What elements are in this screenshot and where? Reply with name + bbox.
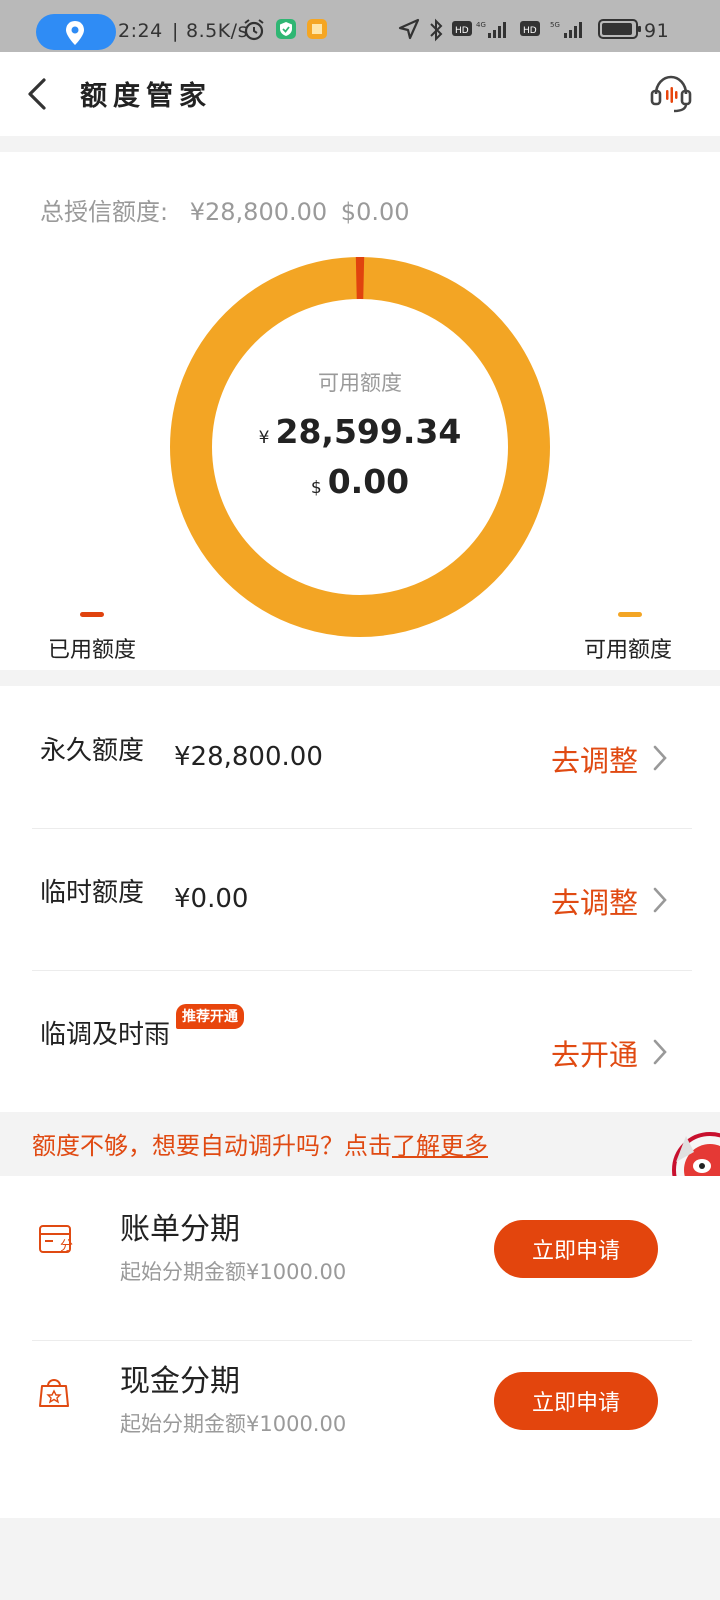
total-credit-line: 总授信额度: ¥28,800.00 $0.00 [40,192,410,227]
navigation-arrow-icon [398,18,420,40]
signal-sim2-icon: HD 5G [520,21,582,38]
total-credit-usd: $0.00 [340,198,410,226]
limit-row-temporary[interactable]: 临时额度 ¥0.00 去调整 [32,828,692,971]
svg-text:HD: HD [523,26,537,36]
credit-overview: 总授信额度: ¥28,800.00 $0.00 可用额度 ¥28,599.34 … [0,152,720,670]
app-header: 额度管家 [0,52,720,136]
installment-title: 现金分期 [120,1364,240,1399]
svg-text:HD: HD [455,26,469,36]
page-title: 额度管家 [80,81,212,112]
status-bar: 2:24 | 8.5K/s HD 4G HD 5G 91 [0,0,720,52]
limit-label: 永久额度 [40,736,145,766]
adjust-action[interactable]: 去调整 [551,880,638,922]
legend-used-label: 已用额度 [48,638,137,663]
installment-min-amount: 起始分期金额¥1000.00 [120,1412,347,1436]
total-credit-cny: ¥28,800.00 [189,198,328,226]
bill-card-icon-label: 分 [60,1239,73,1254]
legend-available-swatch [618,612,642,617]
credit-limits-list: 永久额度 ¥28,800.00 去调整 临时额度 ¥0.00 去调整 临调及时雨… [0,686,720,1113]
usd-symbol: $ [310,478,322,498]
svg-text:5G: 5G [550,21,560,29]
promo-message: 额度不够，想要自动调升吗？点击 [32,1132,392,1160]
bill-installment-row: 分 账单分期 起始分期金额¥1000.00 立即申请 [0,1176,720,1330]
learn-more-link[interactable]: 了解更多 [392,1132,488,1160]
chevron-right-icon [653,887,667,913]
limit-value: ¥0.00 [174,884,249,914]
battery-icon [598,19,641,39]
alarm-icon [244,19,264,41]
chevron-right-icon [653,1039,667,1065]
notes-app-icon [307,19,327,39]
recommend-badge: 推荐开通 [176,1004,244,1029]
limit-value: ¥28,800.00 [174,742,323,772]
cash-installment-row: 现金分期 起始分期金额¥1000.00 立即申请 [0,1328,720,1482]
customer-service-headset-icon[interactable] [650,72,692,116]
legend-used-swatch [80,612,104,617]
installment-section: 分 账单分期 起始分期金额¥1000.00 立即申请 现金分期 起始分期金额¥1… [0,1176,720,1518]
signal-sim1-icon: HD 4G [452,21,506,38]
legend-available-label: 可用额度 [584,638,673,663]
available-credit-usd: $0.00 [0,462,720,501]
adjust-action[interactable]: 去调整 [551,738,638,780]
cny-symbol: ¥ [258,428,270,448]
svg-text:4G: 4G [476,21,486,29]
installment-title: 账单分期 [120,1212,240,1247]
network-speed: 8.5K/s [186,20,248,42]
status-divider: | [172,20,179,42]
apply-bill-installment-button[interactable]: 立即申请 [494,1220,658,1278]
promo-text: 额度不够，想要自动调升吗？点击了解更多 [32,1126,488,1161]
available-usd-amount: 0.00 [327,462,410,501]
total-credit-label: 总授信额度: [40,198,169,226]
bluetooth-icon [430,18,443,42]
installment-min-amount: 起始分期金额¥1000.00 [120,1260,347,1284]
available-credit-label: 可用额度 [318,371,402,395]
limit-row-timely-rain[interactable]: 临调及时雨 推荐开通 去开通 [32,970,692,1113]
limit-label: 临时额度 [40,878,145,908]
location-indicator[interactable] [36,14,116,50]
available-credit-cny: ¥28,599.34 [0,412,720,451]
status-time: 2:24 [118,20,163,42]
cash-bag-icon [39,1379,69,1407]
bill-card-icon: 分 [39,1225,73,1254]
back-arrow-icon[interactable] [24,76,54,112]
auto-raise-promo: 额度不够，想要自动调升吗？点击了解更多 [0,1112,720,1176]
limit-label: 临调及时雨 [40,1020,171,1050]
limit-row-permanent[interactable]: 永久额度 ¥28,800.00 去调整 [32,686,692,829]
security-shield-icon [276,19,296,39]
activate-action[interactable]: 去开通 [551,1032,638,1074]
battery-percent: 91 [644,20,670,42]
apply-cash-installment-button[interactable]: 立即申请 [494,1372,658,1430]
location-pin-icon [66,21,84,45]
available-cny-amount: 28,599.34 [275,412,462,451]
chevron-right-icon [653,745,667,771]
